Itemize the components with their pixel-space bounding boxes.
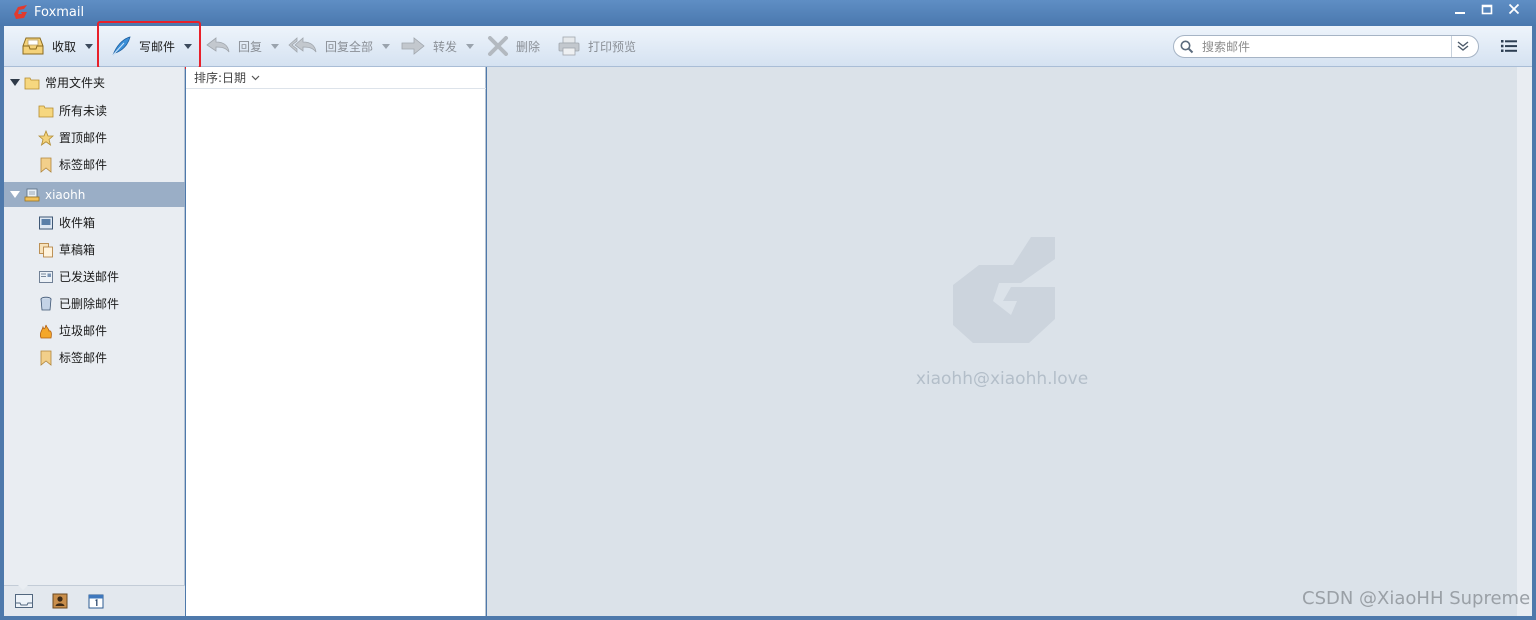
folder-item-label: 所有未读	[59, 104, 108, 118]
reading-pane: xiaohh@xiaohh.love	[487, 67, 1517, 616]
account-label: xiaohh	[45, 187, 86, 202]
message-list-pane: 排序:日期	[186, 67, 486, 616]
folder-item-all-unread[interactable]: 所有未读	[4, 98, 185, 123]
forward-dropdown-icon[interactable]	[466, 43, 475, 49]
expand-triangle-icon[interactable]	[10, 191, 20, 198]
inbox-tray-icon	[22, 37, 44, 55]
folder-item-tagged[interactable]: 标签邮件	[4, 152, 185, 177]
printer-icon	[558, 36, 580, 56]
folder-item-sent[interactable]: 已发送邮件	[4, 264, 185, 289]
close-icon	[1508, 3, 1520, 15]
contacts-icon[interactable]	[52, 593, 68, 609]
reply-dropdown-icon[interactable]	[271, 43, 280, 49]
folder-item-tagged-account[interactable]: 标签邮件	[4, 345, 185, 370]
search-box	[1173, 35, 1479, 58]
folder-item-label: 收件箱	[59, 216, 96, 230]
reply-all-label: 回复全部	[325, 39, 374, 54]
right-gutter	[1517, 67, 1532, 616]
mail-view-icon[interactable]	[14, 593, 34, 609]
folder-item-junk[interactable]: 垃圾邮件	[4, 318, 185, 343]
reply-arrow-icon	[206, 37, 230, 53]
maximize-button[interactable]	[1476, 3, 1498, 23]
close-button[interactable]	[1503, 3, 1525, 23]
folder-group-common[interactable]: 常用文件夹	[4, 70, 185, 95]
active-view-notch	[18, 585, 28, 590]
sent-icon	[39, 270, 53, 283]
delete-button[interactable]: 删除	[487, 26, 540, 66]
maximize-icon	[1481, 4, 1493, 15]
search-input[interactable]	[1202, 39, 1448, 55]
account-email: xiaohh@xiaohh.love	[915, 369, 1089, 389]
tag-icon	[40, 350, 52, 366]
search-separator	[1451, 36, 1452, 57]
search-icon	[1180, 40, 1194, 54]
reply-button[interactable]: 回复	[205, 26, 280, 66]
junk-icon	[39, 324, 52, 338]
main-menu-list-icon[interactable]	[1500, 39, 1518, 53]
foxmail-logo-icon	[14, 5, 27, 19]
compose-highlight-annotation	[97, 21, 201, 69]
folder-item-label: 已删除邮件	[59, 297, 120, 311]
folder-item-pinned[interactable]: 置顶邮件	[4, 125, 185, 150]
calendar-icon[interactable]	[88, 593, 104, 609]
delete-x-icon	[488, 36, 508, 56]
forward-label: 转发	[433, 39, 458, 54]
window-title: Foxmail	[34, 5, 85, 20]
folder-item-label: 已发送邮件	[59, 270, 120, 284]
trash-icon	[40, 296, 52, 310]
reply-all-dropdown-icon[interactable]	[382, 43, 391, 49]
minimize-icon	[1455, 12, 1465, 14]
delete-label: 删除	[516, 39, 541, 54]
print-preview-label: 打印预览	[588, 39, 637, 54]
forward-button[interactable]: 转发	[400, 26, 475, 66]
search-options-chevron-icon[interactable]	[1455, 39, 1471, 53]
inbox-icon	[39, 216, 53, 229]
expand-triangle-icon[interactable]	[10, 79, 20, 86]
folder-item-label: 垃圾邮件	[59, 324, 108, 338]
csdn-watermark: CSDN @XiaoHH Supreme	[1302, 588, 1531, 609]
folder-item-label: 标签邮件	[59, 351, 108, 365]
account-mailbox-icon	[24, 188, 40, 201]
folder-item-label: 标签邮件	[59, 158, 108, 172]
reply-all-arrow-icon	[288, 37, 317, 53]
folder-icon	[24, 77, 40, 89]
receive-label: 收取	[52, 39, 77, 54]
foxmail-watermark-logo-icon	[953, 237, 1055, 343]
folder-icon	[38, 105, 54, 117]
chevron-down-icon	[251, 75, 260, 80]
sort-selector[interactable]: 排序:日期	[186, 67, 486, 89]
folder-item-deleted[interactable]: 已删除邮件	[4, 291, 185, 316]
sort-label: 排序:日期	[194, 71, 247, 85]
app-window: Foxmail 收取 写邮件 回复 回复全部 转发 删除 打印预览 搜索邮件 常…	[0, 0, 1536, 620]
minimize-button[interactable]	[1449, 3, 1471, 23]
title-bar[interactable]: Foxmail	[0, 0, 1536, 26]
folder-item-inbox[interactable]: 收件箱	[4, 210, 185, 235]
reply-label: 回复	[238, 39, 263, 54]
forward-arrow-icon	[401, 37, 425, 55]
account-xiaohh[interactable]: xiaohh	[4, 182, 185, 207]
folder-item-label: 草稿箱	[59, 243, 96, 257]
receive-dropdown-icon[interactable]	[85, 43, 94, 49]
print-preview-button[interactable]: 打印预览	[557, 26, 636, 66]
folder-sidebar: 常用文件夹 所有未读 置顶邮件 标签邮件 xiaohh 收件箱 草稿箱 已发送邮…	[4, 67, 185, 616]
reply-all-button[interactable]: 回复全部	[288, 26, 391, 66]
folder-item-drafts[interactable]: 草稿箱	[4, 237, 185, 262]
drafts-icon	[39, 242, 53, 257]
receive-button[interactable]: 收取	[21, 26, 94, 66]
star-icon	[38, 129, 54, 146]
folder-group-label: 常用文件夹	[45, 76, 106, 90]
tag-icon	[40, 157, 52, 173]
sidebar-bottom-bar	[4, 585, 185, 616]
folder-item-label: 置顶邮件	[59, 131, 108, 145]
